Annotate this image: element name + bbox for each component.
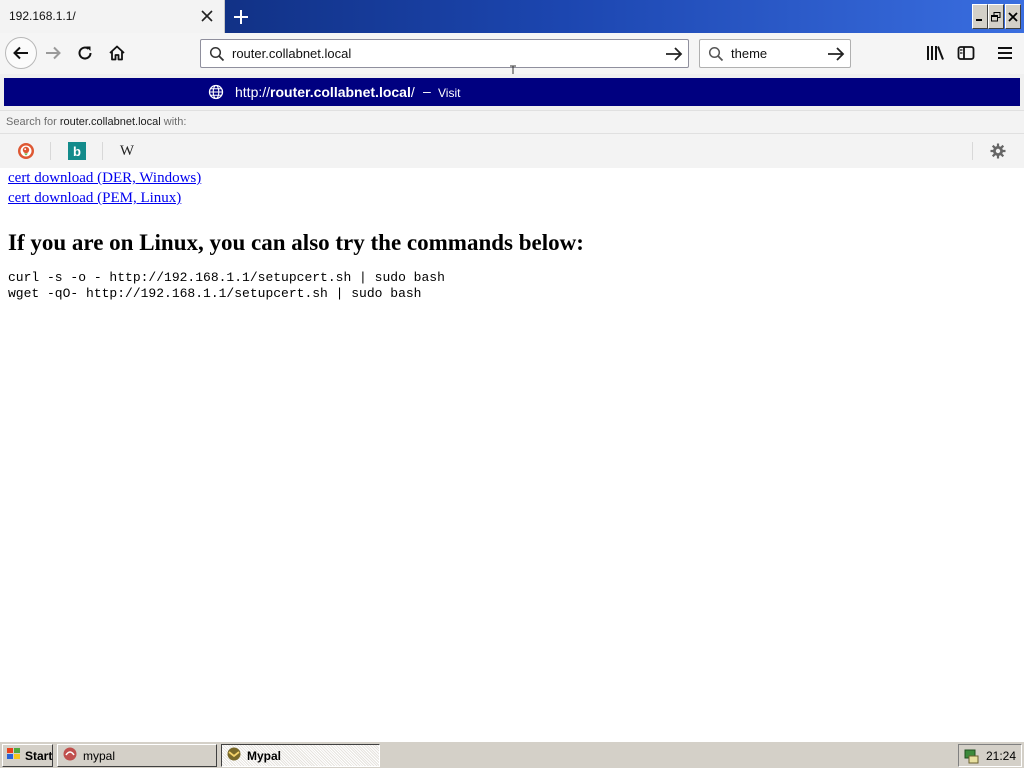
url-bar[interactable]: router.collabnet.local xyxy=(200,39,689,68)
search-with-prefix: Search for xyxy=(6,116,57,128)
globe-icon xyxy=(208,84,224,100)
taskbar-item-label: Mypal xyxy=(247,748,282,763)
suggestion-url: http://router.collabnet.local/ xyxy=(235,84,415,100)
suggestion-url-host: router.collabnet.local xyxy=(270,84,411,100)
taskbar: Start mypal Mypal 21:24 xyxy=(0,741,1024,768)
taskbar-item-mypal[interactable]: mypal xyxy=(57,744,217,767)
engine-separator xyxy=(972,142,973,160)
command-line: wget -qO- http://192.168.1.1/setupcert.s… xyxy=(8,286,422,301)
mypal-app-icon xyxy=(226,746,242,765)
engine-separator xyxy=(50,142,51,160)
page-heading: If you are on Linux, you can also try th… xyxy=(8,230,584,255)
search-with-label: Search for router.collabnet.local with: xyxy=(0,110,1024,134)
clock: 21:24 xyxy=(986,748,1017,763)
hamburger-menu-button[interactable] xyxy=(994,42,1016,64)
cert-download-pem-link[interactable]: cert download (PEM, Linux) xyxy=(8,188,1016,208)
bing-icon[interactable]: b xyxy=(68,142,86,160)
system-tray: 21:24 xyxy=(958,744,1022,767)
forward-arrow-icon xyxy=(46,46,61,60)
cert-download-der-link[interactable]: cert download (DER, Windows) xyxy=(8,168,1016,188)
wikipedia-icon[interactable]: W xyxy=(118,142,136,160)
suggestion-url-prefix: http:// xyxy=(235,84,271,100)
gear-icon[interactable] xyxy=(989,142,1007,160)
home-icon xyxy=(109,45,125,61)
search-with-term: router.collabnet.local xyxy=(59,116,161,128)
minimize-button[interactable] xyxy=(972,4,988,29)
back-button[interactable] xyxy=(5,37,37,69)
library-icon xyxy=(927,46,944,60)
back-arrow-icon xyxy=(13,46,28,60)
command-line: curl -s -o - http://192.168.1.1/setupcer… xyxy=(8,270,445,285)
suggestion-action: Visit xyxy=(438,86,461,100)
go-arrow-icon[interactable] xyxy=(664,44,684,64)
url-input[interactable]: router.collabnet.local xyxy=(232,46,351,61)
search-icon xyxy=(209,46,225,62)
windows-logo-icon xyxy=(6,747,22,764)
hamburger-menu-icon xyxy=(998,47,1012,59)
search-icon xyxy=(708,46,724,62)
tab-title: 192.168.1.1/ xyxy=(9,9,76,23)
browser-tab[interactable]: 192.168.1.1/ xyxy=(0,0,225,33)
search-with-suffix: with: xyxy=(163,116,187,128)
start-label: Start xyxy=(25,748,53,763)
navigation-toolbar: router.collabnet.local theme xyxy=(0,33,1024,81)
suggestion-row[interactable]: http://router.collabnet.local/ – Visit xyxy=(4,78,1020,106)
reload-button[interactable] xyxy=(74,42,96,64)
commands-block: curl -s -o - http://192.168.1.1/setupcer… xyxy=(8,270,1016,302)
engine-separator xyxy=(102,142,103,160)
restore-button[interactable] xyxy=(988,4,1004,29)
close-tab-icon[interactable] xyxy=(199,8,215,24)
sidebar-button[interactable] xyxy=(955,42,977,64)
search-input[interactable]: theme xyxy=(731,46,767,61)
library-button[interactable] xyxy=(924,42,946,64)
mypal-app-icon xyxy=(62,746,78,765)
reload-icon xyxy=(78,46,92,60)
network-icon[interactable] xyxy=(963,748,979,764)
suggestion-url-suffix: / xyxy=(410,84,415,100)
search-bar[interactable]: theme xyxy=(699,39,851,68)
search-engine-bar: b W xyxy=(0,134,1024,168)
page-content: cert download (DER, Windows) cert downlo… xyxy=(8,168,1016,302)
search-go-arrow-icon[interactable] xyxy=(826,44,846,64)
close-window-button[interactable] xyxy=(1005,4,1021,29)
forward-button[interactable] xyxy=(42,42,64,64)
suggestion-dash: – xyxy=(423,83,431,99)
taskbar-item-mypal-active[interactable]: Mypal xyxy=(221,744,380,767)
title-bar: 192.168.1.1/ xyxy=(0,0,1024,33)
sidebar-icon xyxy=(957,46,975,60)
taskbar-item-label: mypal xyxy=(83,748,116,763)
start-button[interactable]: Start xyxy=(2,744,53,767)
new-tab-icon[interactable] xyxy=(230,6,252,28)
duckduckgo-icon[interactable] xyxy=(17,142,35,160)
home-button[interactable] xyxy=(106,42,128,64)
url-suggestions-popup: http://router.collabnet.local/ – Visit S… xyxy=(0,74,1024,168)
